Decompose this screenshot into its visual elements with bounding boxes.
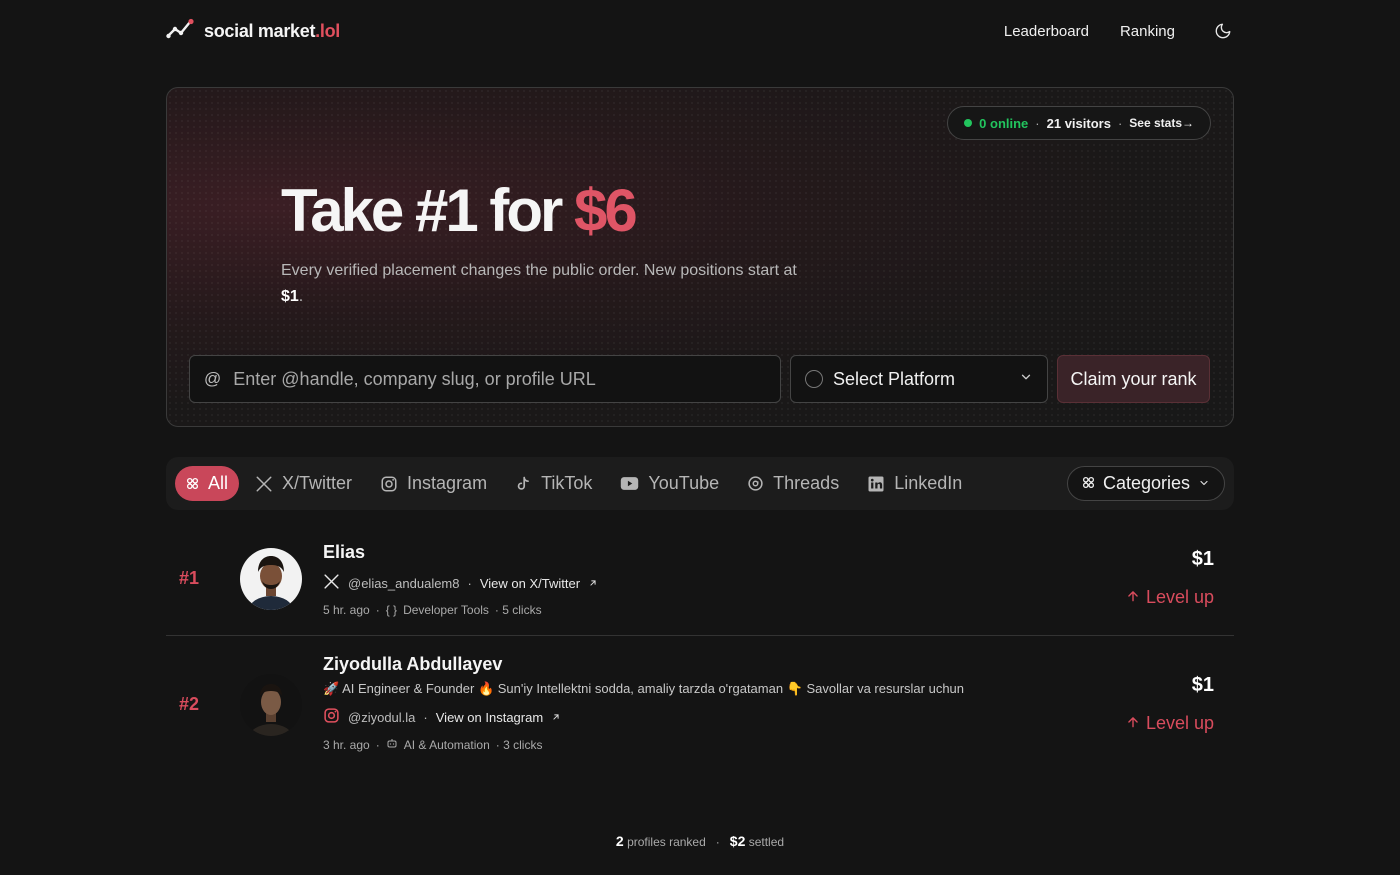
instagram-icon [323, 707, 340, 727]
platform-select[interactable]: Select Platform [790, 355, 1048, 403]
hero-price: $6 [574, 177, 638, 244]
tab-instagram[interactable]: Instagram [368, 466, 499, 501]
avatar[interactable] [240, 548, 302, 610]
linkedin-icon [867, 475, 885, 493]
category-label[interactable]: Developer Tools [403, 603, 489, 617]
leaderboard-row[interactable]: #1 Elias @elias_andualem8 · View on X/Tw… [166, 530, 1234, 636]
x-icon [255, 475, 273, 493]
settled-amount: $2 [729, 833, 746, 849]
view-profile-link[interactable]: View on X/Twitter [480, 576, 580, 591]
tab-threads[interactable]: Threads [735, 466, 851, 501]
settled-label: settled [748, 835, 785, 849]
instagram-icon [380, 475, 398, 493]
at-icon: @ [204, 369, 222, 388]
online-count: 0 online [979, 115, 1029, 131]
profile-handle: @elias_andualem8 [348, 575, 460, 591]
avatar[interactable] [240, 674, 302, 736]
claim-form: @ Select Platform Claim your rank [189, 355, 1211, 403]
meta-line: 3 hr. ago · AI & Automation · 3 clicks [323, 737, 543, 752]
profiles-label: profiles ranked [627, 835, 706, 849]
profile-bio: 🚀 AI Engineer & Founder 🔥 Sun'iy Intelle… [323, 681, 965, 696]
external-link-icon [551, 710, 561, 725]
click-count: · 5 clicks [494, 603, 542, 617]
meta-line: 5 hr. ago · { } Developer Tools · 5 clic… [323, 603, 542, 617]
claim-rank-button[interactable]: Claim your rank [1057, 355, 1210, 403]
rank-number: #1 [179, 568, 200, 588]
external-link-icon [588, 576, 598, 591]
logo[interactable]: social market.lol [166, 18, 340, 45]
see-stats-link[interactable]: See stats→ [1129, 116, 1194, 130]
chevron-down-icon [1198, 473, 1210, 494]
tab-linkedin[interactable]: LinkedIn [855, 466, 974, 501]
grid-icon [1082, 473, 1095, 494]
profiles-count: 2 [615, 833, 624, 849]
view-profile-link[interactable]: View on Instagram [436, 710, 543, 725]
time-ago: 5 hr. ago [323, 603, 370, 617]
handle-input-wrapper: @ [189, 355, 781, 403]
level-up-button[interactable]: Level up [1126, 713, 1214, 734]
arrow-up-icon [1126, 713, 1140, 734]
profile-name[interactable]: Elias [323, 542, 598, 563]
chevron-down-icon [1019, 370, 1033, 389]
price-column: $1 Level up [1126, 674, 1214, 734]
online-dot-icon [964, 119, 973, 127]
platform-filter-bar: All X/Twitter Instagram TikTok YouTube T… [166, 457, 1234, 510]
handle-input[interactable] [233, 368, 766, 390]
tiktok-icon [515, 475, 532, 493]
handle-line: @ziyodul.la · View on Instagram [323, 707, 964, 727]
rank-price: $1 [1191, 548, 1214, 570]
nav-leaderboard-link[interactable]: Leaderboard [1004, 23, 1089, 40]
tab-all[interactable]: All [175, 466, 240, 501]
hero-subtitle: Every verified placement changes the pub… [281, 262, 797, 305]
robot-icon [386, 737, 398, 752]
arrow-up-icon [1126, 587, 1140, 608]
handle-line: @elias_andualem8 · View on X/Twitter [323, 573, 598, 593]
leaderboard-row[interactable]: #2 Ziyodulla Abdullayev 🚀 AI Engineer & … [166, 640, 1234, 770]
profile-info: Ziyodulla Abdullayev 🚀 AI Engineer & Fou… [323, 654, 964, 752]
rank-price: $1 [1191, 674, 1214, 696]
footer-stats: 2 profiles ranked · $2 settled [615, 833, 785, 849]
chart-logo-icon [166, 18, 196, 45]
platform-circle-icon [805, 370, 823, 388]
platform-select-label: Select Platform [833, 368, 956, 389]
rank-number: #2 [179, 694, 200, 714]
click-count: · 3 clicks [495, 737, 543, 752]
visitor-count: 21 visitors [1046, 115, 1111, 131]
price-column: $1 Level up [1126, 548, 1214, 608]
moon-icon[interactable] [1212, 20, 1234, 42]
tab-youtube[interactable]: YouTube [608, 466, 731, 501]
visitor-stats-pill: 0 online · 21 visitors · See stats→ [947, 106, 1211, 140]
profile-handle: @ziyodul.la [348, 709, 416, 725]
threads-icon [747, 475, 764, 492]
youtube-icon [620, 476, 639, 491]
hero-panel: 0 online · 21 visitors · See stats→ Take… [166, 87, 1234, 427]
level-up-button[interactable]: Level up [1126, 587, 1214, 608]
time-ago: 3 hr. ago [323, 737, 370, 752]
x-icon [323, 573, 340, 593]
profile-name[interactable]: Ziyodulla Abdullayev [323, 654, 964, 675]
nav-ranking-link[interactable]: Ranking [1120, 23, 1175, 40]
main-nav: Leaderboard Ranking [1004, 20, 1234, 42]
top-bar: social market.lol Leaderboard Ranking [166, 16, 1234, 46]
logo-text: social market.lol [204, 20, 340, 41]
category-label[interactable]: AI & Automation [404, 738, 490, 752]
code-braces-icon: { } [385, 603, 398, 617]
tab-tiktok[interactable]: TikTok [503, 466, 604, 501]
profile-info: Elias @elias_andualem8 · View on X/Twitt… [323, 542, 598, 617]
categories-dropdown[interactable]: Categories [1066, 466, 1225, 501]
grid-icon [186, 477, 199, 490]
tab-x-twitter[interactable]: X/Twitter [243, 466, 364, 501]
hero-title: Take #1 for $6 [281, 177, 638, 244]
